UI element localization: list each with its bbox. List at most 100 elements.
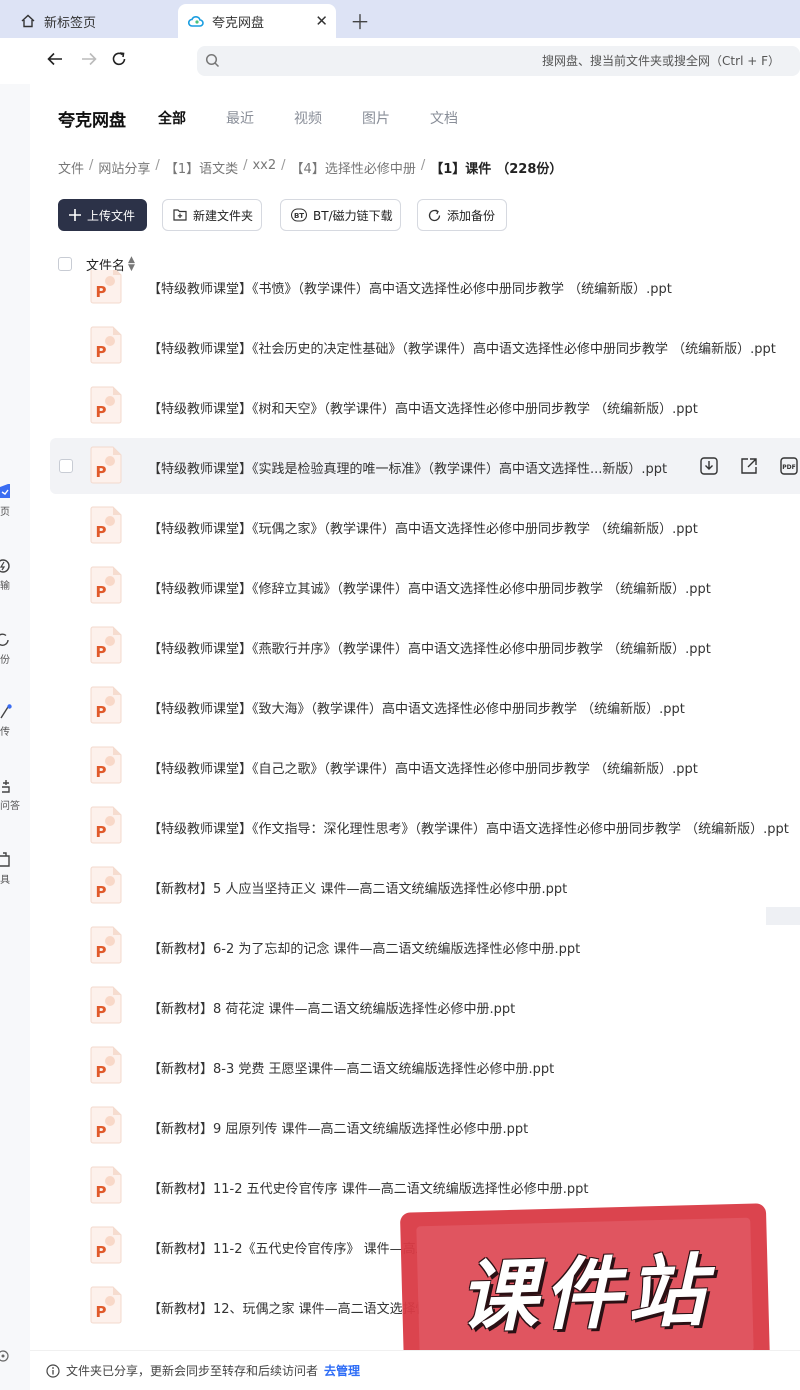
search-input[interactable]: 搜网盘、搜当前文件夹或搜全网（Ctrl + F） — [197, 46, 800, 76]
pdf-icon[interactable]: PDF — [779, 456, 799, 476]
reload-icon[interactable] — [110, 50, 128, 73]
sidebar-item-qa[interactable]: 问答 — [0, 778, 30, 812]
file-row[interactable]: P 【特级教师课堂】《玩偶之家》（教学课件）高中语文选择性必修中册同步教学 （统编… — [50, 498, 800, 554]
svg-text:P: P — [96, 1303, 107, 1321]
search-icon — [205, 53, 220, 72]
upload-button[interactable]: 上传文件 — [58, 199, 147, 231]
sidebar-item-tools[interactable]: 具 — [0, 852, 30, 886]
file-name[interactable]: 【特级教师课堂】《书愤》（教学课件）高中语文选择性必修中册同步教学 （统编新版）… — [148, 278, 672, 297]
manage-link[interactable]: 去管理 — [324, 1362, 360, 1379]
file-name[interactable]: 【特级教师课堂】《自己之歌》（教学课件）高中语文选择性必修中册同步教学 （统编新… — [148, 758, 698, 777]
browser-tab-quark-drive[interactable]: 夸克网盘 ✕ — [178, 4, 336, 38]
breadcrumb-item[interactable]: xx2 — [252, 158, 276, 177]
ppt-file-icon: P — [90, 1106, 122, 1144]
settings-icon — [0, 1350, 9, 1362]
svg-text:P: P — [96, 703, 107, 721]
file-row[interactable]: P 【新教材】5 人应当坚持正义 课件—高二语文统编版选择性必修中册.ppt — [50, 858, 800, 914]
download-icon[interactable] — [699, 456, 719, 476]
cloud-icon — [188, 13, 204, 29]
new-tab-button[interactable]: ＋ — [350, 6, 370, 35]
address-bar: 搜网盘、搜当前文件夹或搜全网（Ctrl + F） — [0, 38, 800, 84]
ppt-file-icon: P — [90, 806, 122, 844]
file-row[interactable]: P 【特级教师课堂】《社会历史的决定性基础》（教学课件）高中语文选择性必修中册同步… — [50, 318, 800, 374]
info-icon — [46, 1363, 60, 1378]
file-name[interactable]: 【特级教师课堂】《燕歌行并序》（教学课件）高中语文选择性必修中册同步教学 （统编… — [148, 638, 711, 657]
sidebar: 页 输 份 传 问答 具 — [0, 84, 30, 1390]
sidebar-item-label: 份 — [0, 655, 10, 666]
tab-all[interactable]: 全部 — [158, 108, 186, 128]
home-icon — [0, 484, 10, 498]
file-row[interactable]: P 【特级教师课堂】《自己之歌》（教学课件）高中语文选择性必修中册同步教学 （统编… — [50, 738, 800, 794]
svg-text:P: P — [96, 1003, 107, 1021]
svg-text:P: P — [96, 583, 107, 601]
file-row[interactable]: P 【特级教师课堂】《树和天空》（教学课件）高中语文选择性必修中册同步教学 （统编… — [50, 378, 800, 434]
back-arrow-icon[interactable] — [46, 50, 64, 73]
close-icon[interactable]: ✕ — [315, 12, 328, 30]
file-name[interactable]: 【新教材】9 屈原列传 课件—高二语文统编版选择性必修中册.ppt — [148, 1118, 528, 1137]
row-checkbox[interactable] — [59, 459, 73, 473]
ppt-file-icon: P — [90, 446, 122, 484]
svg-text:P: P — [96, 883, 107, 901]
svg-text:P: P — [96, 1063, 107, 1081]
add-backup-button[interactable]: 添加备份 — [417, 199, 507, 231]
svg-text:P: P — [96, 1183, 107, 1201]
ppt-file-icon: P — [90, 1286, 122, 1324]
bt-download-button[interactable]: BT BT/磁力链下载 — [280, 199, 401, 231]
ppt-file-icon: P — [90, 566, 122, 604]
tab-video[interactable]: 视频 — [294, 108, 322, 128]
sidebar-item-more[interactable] — [0, 1348, 30, 1367]
file-row[interactable]: P 【特级教师课堂】《燕歌行并序》（教学课件）高中语文选择性必修中册同步教学 （统… — [50, 618, 800, 674]
file-name[interactable]: 【新教材】11-2 五代史伶官传序 课件—高二语文统编版选择性必修中册.ppt — [148, 1178, 589, 1197]
sidebar-item-label: 传 — [0, 727, 10, 738]
ppt-file-icon: P — [90, 326, 122, 364]
breadcrumb: 文件 / 网站分享 / 【1】语文类 / xx2/ 【4】选择性必修中册 / 【1】课件… — [58, 158, 563, 177]
sidebar-item-home[interactable]: 页 — [0, 484, 30, 518]
tab-images[interactable]: 图片 — [362, 108, 390, 128]
browser-tab-newtab[interactable]: 新标签页 — [0, 4, 172, 38]
home-icon — [20, 13, 36, 29]
tab-recent[interactable]: 最近 — [226, 108, 254, 128]
file-name[interactable]: 【特级教师课堂】《致大海》（教学课件）高中语文选择性必修中册同步教学 （统编新版… — [148, 698, 685, 717]
side-float-tab[interactable] — [766, 907, 800, 925]
tab-documents[interactable]: 文档 — [430, 108, 458, 128]
file-row[interactable]: P 【特级教师课堂】《致大海》（教学课件）高中语文选择性必修中册同步教学 （统编新… — [50, 678, 800, 734]
file-name[interactable]: 【特级教师课堂】《社会历史的决定性基础》（教学课件）高中语文选择性必修中册同步教… — [148, 338, 776, 357]
sidebar-item-label: 页 — [0, 507, 10, 518]
folder-plus-icon — [173, 209, 187, 221]
ppt-file-icon: P — [90, 1046, 122, 1084]
tab-label: 新标签页 — [44, 15, 97, 31]
select-all-checkbox[interactable] — [58, 257, 72, 271]
file-row[interactable]: P 【新教材】9 屈原列传 课件—高二语文统编版选择性必修中册.ppt — [50, 1098, 800, 1154]
file-name[interactable]: 【特级教师课堂】《树和天空》（教学课件）高中语文选择性必修中册同步教学 （统编新… — [148, 398, 698, 417]
file-name[interactable]: 【新教材】8 荷花淀 课件—高二语文统编版选择性必修中册.ppt — [148, 998, 515, 1017]
sidebar-item-transfer[interactable]: 输 — [0, 558, 30, 592]
file-name[interactable]: 【新教材】6-2 为了忘却的记念 课件—高二语文统编版选择性必修中册.ppt — [148, 938, 580, 957]
sidebar-item-share[interactable]: 传 — [0, 704, 30, 738]
open-external-icon[interactable] — [739, 456, 759, 476]
file-name[interactable]: 【特级教师课堂】《修辞立其诚》（教学课件）高中语文选择性必修中册同步教学 （统编… — [148, 578, 711, 597]
file-name[interactable]: 【特级教师课堂】《玩偶之家》（教学课件）高中语文选择性必修中册同步教学 （统编新… — [148, 518, 698, 537]
file-name[interactable]: 【特级教师课堂】《作文指导：深化理性思考》（教学课件）高中语文选择性必修中册同步… — [148, 818, 789, 837]
forward-arrow-icon[interactable] — [80, 50, 98, 73]
file-row[interactable]: P 【新教材】8 荷花淀 课件—高二语文统编版选择性必修中册.ppt — [50, 978, 800, 1034]
ppt-file-icon: P — [90, 986, 122, 1024]
file-name[interactable]: 【特级教师课堂】《实践是检验真理的唯一标准》（教学课件）高中语文选择性...新版… — [148, 458, 667, 477]
file-name[interactable]: 【新教材】8-3 党费 王愿坚课件—高二语文统编版选择性必修中册.ppt — [148, 1058, 554, 1077]
ppt-file-icon: P — [90, 626, 122, 664]
file-row[interactable]: P 【新教材】6-2 为了忘却的记念 课件—高二语文统编版选择性必修中册.ppt — [50, 918, 800, 974]
svg-text:P: P — [96, 943, 107, 961]
new-folder-button[interactable]: 新建文件夹 — [162, 199, 262, 231]
file-row[interactable]: P 【特级教师课堂】《修辞立其诚》（教学课件）高中语文选择性必修中册同步教学 （统… — [50, 558, 800, 614]
file-row[interactable]: P 【特级教师课堂】《实践是检验真理的唯一标准》（教学课件）高中语文选择性...新… — [50, 438, 800, 494]
file-row[interactable]: P 【新教材】8-3 党费 王愿坚课件—高二语文统编版选择性必修中册.ppt — [50, 1038, 800, 1094]
file-row[interactable]: P 【特级教师课堂】《作文指导：深化理性思考》（教学课件）高中语文选择性必修中册同… — [50, 798, 800, 854]
file-name[interactable]: 【新教材】5 人应当坚持正义 课件—高二语文统编版选择性必修中册.ppt — [148, 878, 567, 897]
file-row[interactable]: P 【特级教师课堂】《书愤》（教学课件）高中语文选择性必修中册同步教学 （统编新版… — [50, 270, 800, 314]
svg-text:P: P — [96, 763, 107, 781]
breadcrumb-item[interactable]: 文件 — [58, 158, 84, 177]
breadcrumb-item[interactable]: 【4】选择性必修中册 — [291, 158, 416, 177]
share-notice-bar: 文件夹已分享，更新会同步至转存和后续访问者 去管理 — [30, 1350, 800, 1390]
sidebar-item-backup[interactable]: 份 — [0, 632, 30, 666]
breadcrumb-item[interactable]: 网站分享 — [98, 158, 150, 177]
breadcrumb-item[interactable]: 【1】语文类 — [165, 158, 238, 177]
